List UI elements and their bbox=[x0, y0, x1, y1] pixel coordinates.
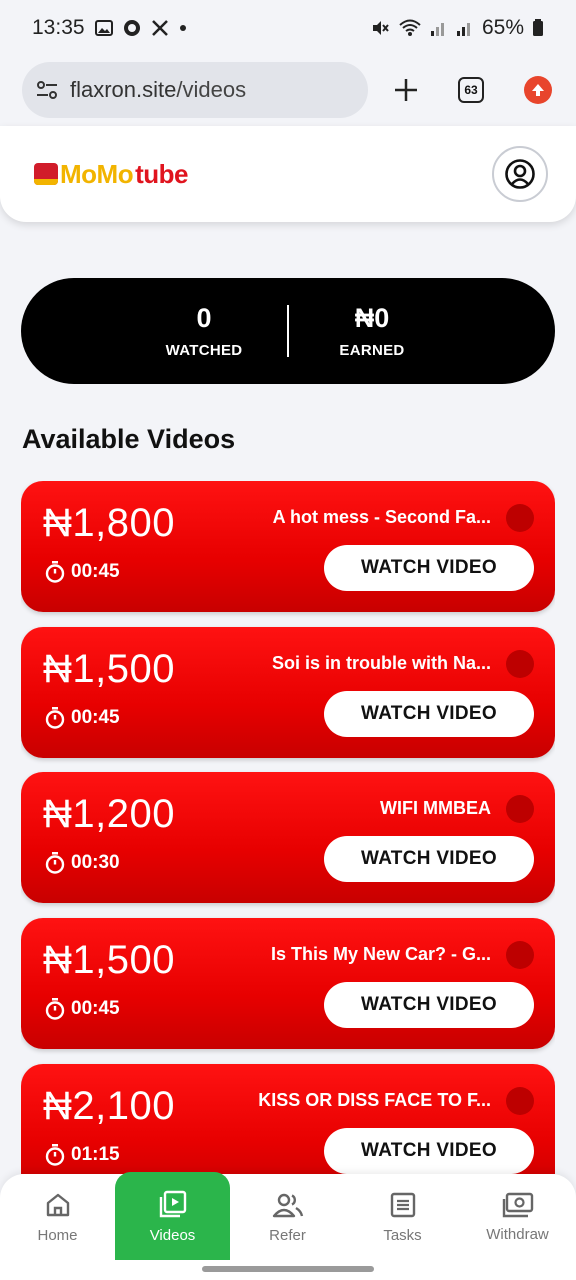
update-button[interactable] bbox=[524, 76, 552, 104]
nav-label: Withdraw bbox=[486, 1225, 549, 1243]
gallery-icon bbox=[94, 20, 113, 36]
watched-value: 0 bbox=[196, 303, 212, 333]
video-card: ₦1,500 00:45 Soi is in trouble with Na..… bbox=[21, 627, 555, 758]
site-settings-icon[interactable] bbox=[36, 80, 58, 100]
video-icon bbox=[159, 1190, 186, 1217]
home-icon bbox=[46, 1193, 69, 1216]
nav-label: Tasks bbox=[383, 1226, 422, 1244]
dot-icon bbox=[179, 24, 187, 32]
nav-item-videos[interactable]: Videos bbox=[115, 1172, 230, 1260]
user-circle-icon bbox=[505, 159, 535, 189]
video-title: Soi is in trouble with Na... bbox=[271, 653, 491, 673]
watch-video-button[interactable]: WATCH VIDEO bbox=[324, 691, 534, 737]
nav-item-tasks[interactable]: Tasks bbox=[345, 1174, 460, 1260]
status-left: 13:35 bbox=[32, 16, 187, 40]
bottom-nav: Home Videos Refer Tasks Withdraw bbox=[0, 1172, 576, 1280]
logo-text-momo: MoMo bbox=[60, 158, 134, 189]
video-price: ₦1,500 bbox=[43, 938, 175, 982]
watch-video-button[interactable]: WATCH VIDEO bbox=[324, 982, 534, 1028]
duration-text: 00:30 bbox=[71, 852, 120, 873]
tab-switcher-button[interactable]: 63 bbox=[458, 77, 484, 103]
watched-label: WATCHED bbox=[165, 342, 243, 359]
video-card: ₦2,100 01:15 KISS OR DISS FACE TO F... W… bbox=[21, 1064, 555, 1174]
nav-item-refer[interactable]: Refer bbox=[230, 1174, 345, 1260]
logo[interactable]: MoMo tube bbox=[34, 159, 188, 190]
signal-icon bbox=[430, 19, 448, 37]
video-title: Is This My New Car? - G... bbox=[270, 944, 491, 964]
video-duration: 00:45 bbox=[45, 998, 120, 1020]
logo-text-tube: tube bbox=[135, 158, 188, 189]
mute-icon bbox=[370, 18, 390, 38]
address-bar[interactable]: flaxron.site/videos bbox=[22, 62, 368, 118]
battery-icon bbox=[532, 19, 544, 37]
duration-text: 00:45 bbox=[71, 707, 120, 728]
arrow-up-icon bbox=[532, 84, 544, 96]
video-duration: 00:45 bbox=[45, 561, 120, 583]
nav-item-home[interactable]: Home bbox=[0, 1174, 115, 1260]
new-tab-button[interactable] bbox=[394, 78, 418, 102]
video-list[interactable]: ₦1,800 00:45 A hot mess - Second Fa... W… bbox=[21, 481, 555, 1174]
watch-video-button[interactable]: WATCH VIDEO bbox=[324, 1128, 534, 1174]
status-right: 65% bbox=[370, 16, 544, 40]
gesture-home-bar[interactable] bbox=[202, 1266, 374, 1272]
timer-icon bbox=[45, 998, 65, 1020]
app-icon bbox=[123, 19, 141, 37]
signal-icon-2 bbox=[456, 19, 474, 37]
earned-stat: ₦0 EARNED bbox=[289, 303, 455, 359]
browser-actions: 63 bbox=[394, 76, 554, 104]
app-header: MoMo tube bbox=[0, 126, 576, 222]
timer-icon bbox=[45, 561, 65, 583]
video-card: ₦1,800 00:45 A hot mess - Second Fa... W… bbox=[21, 481, 555, 612]
earned-value: ₦0 bbox=[354, 303, 390, 333]
nav-label: Home bbox=[37, 1226, 78, 1244]
video-price: ₦2,100 bbox=[43, 1084, 175, 1128]
url-domain: flaxron.site bbox=[70, 77, 177, 102]
users-icon bbox=[272, 1193, 303, 1217]
timer-icon bbox=[45, 852, 65, 874]
watch-video-button[interactable]: WATCH VIDEO bbox=[324, 836, 534, 882]
logo-play-icon bbox=[34, 163, 58, 185]
battery-percent: 65% bbox=[481, 16, 524, 39]
status-dot bbox=[506, 941, 534, 969]
url-path: /videos bbox=[176, 77, 247, 102]
clock: 13:35 bbox=[32, 16, 85, 39]
profile-button[interactable] bbox=[492, 146, 548, 202]
browser-toolbar: flaxron.site/videos 63 bbox=[0, 56, 576, 124]
status-dot bbox=[506, 1087, 534, 1115]
video-title: WIFI MMBEA bbox=[380, 798, 491, 818]
watched-stat: 0 WATCHED bbox=[121, 303, 287, 359]
duration-text: 00:45 bbox=[71, 998, 120, 1019]
money-icon bbox=[502, 1192, 533, 1217]
status-dot bbox=[506, 504, 534, 532]
nav-label: Videos bbox=[149, 1226, 196, 1244]
video-duration: 01:15 bbox=[45, 1144, 120, 1166]
section-title: Available Videos bbox=[22, 424, 236, 454]
watch-video-button[interactable]: WATCH VIDEO bbox=[324, 545, 534, 591]
video-price: ₦1,800 bbox=[43, 501, 175, 545]
duration-text: 00:45 bbox=[71, 561, 120, 582]
status-dot bbox=[506, 650, 534, 678]
nav-label: Refer bbox=[269, 1226, 306, 1244]
stats-card: 0 WATCHED ₦0 EARNED bbox=[21, 278, 555, 384]
video-price: ₦1,500 bbox=[43, 647, 175, 691]
wifi-icon bbox=[398, 18, 422, 38]
url-text[interactable]: flaxron.site/videos bbox=[70, 77, 246, 103]
plus-icon bbox=[395, 79, 417, 101]
earned-label: EARNED bbox=[339, 342, 405, 359]
duration-text: 01:15 bbox=[71, 1144, 120, 1165]
status-bar: 13:35 65% bbox=[0, 0, 576, 56]
status-dot bbox=[506, 795, 534, 823]
video-card: ₦1,200 00:30 WIFI MMBEA WATCH VIDEO bbox=[21, 772, 555, 903]
tasks-icon bbox=[390, 1192, 415, 1217]
video-card: ₦1,500 00:45 Is This My New Car? - G... … bbox=[21, 918, 555, 1049]
nav-item-withdraw[interactable]: Withdraw bbox=[460, 1174, 575, 1260]
x-icon bbox=[151, 19, 169, 37]
video-duration: 00:30 bbox=[45, 852, 120, 874]
video-title: KISS OR DISS FACE TO F... bbox=[258, 1090, 491, 1110]
timer-icon bbox=[45, 1144, 65, 1166]
video-price: ₦1,200 bbox=[43, 792, 175, 836]
timer-icon bbox=[45, 707, 65, 729]
video-duration: 00:45 bbox=[45, 707, 120, 729]
video-title: A hot mess - Second Fa... bbox=[272, 507, 491, 527]
